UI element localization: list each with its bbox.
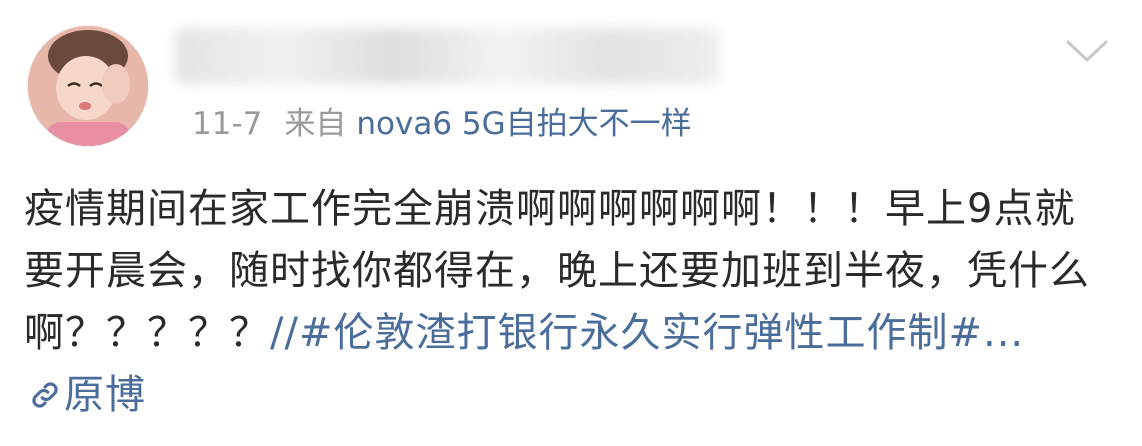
avatar-photo bbox=[28, 26, 148, 146]
avatar[interactable] bbox=[28, 26, 148, 146]
link-icon bbox=[32, 382, 58, 408]
original-post-link[interactable]: 原博 bbox=[24, 372, 146, 418]
weibo-post-card: ███████████████ 11-7 来自nova6 5G自拍大不一样 疫情期… bbox=[0, 0, 1142, 446]
repost-separator: // bbox=[270, 310, 299, 356]
source-device-link[interactable]: nova6 5G自拍大不一样 bbox=[356, 106, 691, 142]
hashtag-link[interactable]: #伦敦渣打银行永久实行弹性工作制#... bbox=[299, 310, 1024, 356]
chevron-down-icon[interactable] bbox=[1064, 36, 1110, 66]
original-post-label: 原博 bbox=[64, 372, 146, 418]
post-text: 疫情期间在家工作完全崩溃啊啊啊啊啊啊！！！早上9点就要开晨会，随时找你都得在，晚… bbox=[24, 178, 1114, 426]
post-meta: 11-7 来自 nova6 5G自拍大不一样 bbox=[192, 102, 692, 146]
source-prefix: 来自 bbox=[284, 106, 347, 142]
post-date: 11-7 bbox=[192, 106, 263, 142]
username[interactable]: ███████████████ bbox=[175, 28, 720, 84]
